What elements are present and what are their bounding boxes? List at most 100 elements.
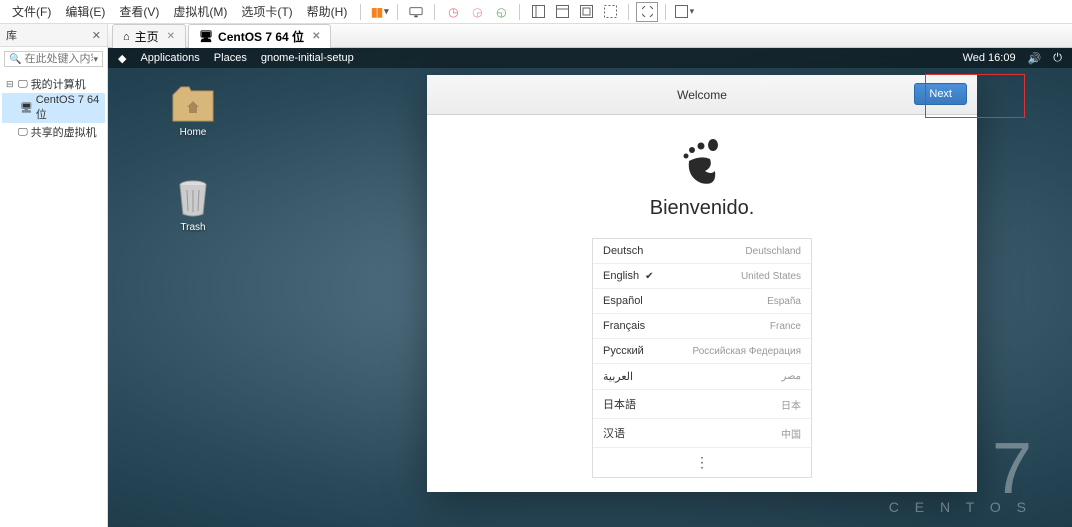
shared-icon: 🖵: [18, 127, 28, 138]
send-ctrl-alt-del-icon[interactable]: [405, 2, 427, 22]
language-row[interactable]: 日本語 日本: [593, 390, 811, 419]
sidebar: 库 ✕ 🔍 ▾ ⊟ 🖵 我的计算机 🖥 CentOS 7 64 位 🖵 共享的虚…: [0, 24, 108, 527]
tree-shared-label: 共享的虚拟机: [31, 124, 97, 140]
separator: [519, 4, 520, 20]
welcome-dialog: Welcome Next Bienvenido.: [427, 75, 977, 492]
language-row[interactable]: FrançaisFrance: [593, 314, 811, 339]
language-country: 日本: [781, 397, 801, 412]
separator: [434, 4, 435, 20]
layout-icon-2[interactable]: [551, 2, 573, 22]
snapshot-manage-icon[interactable]: ◶: [466, 2, 488, 22]
home-icon: ⌂: [123, 31, 130, 43]
close-tab-icon[interactable]: ✕: [167, 31, 175, 42]
gnome-places[interactable]: Places: [214, 52, 247, 64]
tab-home-label: 主页: [135, 28, 159, 45]
sidebar-title: 库: [6, 27, 17, 43]
tab-home[interactable]: ⌂ 主页 ✕: [112, 24, 186, 48]
layout-icon-4[interactable]: [599, 2, 621, 22]
language-row[interactable]: English✔ United States: [593, 264, 811, 289]
menu-tabs[interactable]: 选项卡(T): [235, 1, 298, 22]
language-name: Русский: [603, 345, 644, 357]
layout-icon-1[interactable]: [527, 2, 549, 22]
tree-vm-label: CentOS 7 64 位: [36, 94, 105, 122]
welcome-body: Bienvenido. Deutsch Deutschland English✔ Un…: [427, 115, 977, 492]
desktop-home[interactable]: Home: [163, 83, 223, 138]
language-name: 日本語: [603, 396, 636, 412]
snapshot-revert-icon[interactable]: ◵: [490, 2, 512, 22]
language-name: 汉语: [603, 425, 625, 441]
menu-view[interactable]: 查看(V): [113, 1, 165, 22]
tree-toggle-icon[interactable]: ⊟: [6, 79, 15, 90]
home-folder-icon: [171, 83, 215, 123]
menu-edit[interactable]: 编辑(E): [59, 1, 111, 22]
tree-vm-centos[interactable]: 🖥 CentOS 7 64 位: [2, 93, 105, 123]
language-list: DeutschDeutschlandEnglish✔United StatesE…: [592, 238, 812, 478]
language-row[interactable]: العربية مصر: [593, 364, 811, 390]
centos-version: 7: [889, 441, 1032, 499]
welcome-title: Welcome: [677, 88, 727, 102]
next-button[interactable]: Next: [914, 83, 967, 105]
gnome-clock[interactable]: Wed 16:09: [963, 52, 1016, 64]
tree-root-label: 我的计算机: [31, 76, 86, 92]
centos-name: C E N T O S: [889, 499, 1032, 515]
separator: [665, 4, 666, 20]
close-tab-icon[interactable]: ✕: [312, 31, 320, 42]
search-input[interactable]: [24, 53, 93, 65]
tab-centos[interactable]: 🖥 CentOS 7 64 位 ✕: [188, 24, 331, 48]
separator: [397, 4, 398, 20]
library-tree: ⊟ 🖵 我的计算机 🖥 CentOS 7 64 位 🖵 共享的虚拟机: [0, 71, 107, 145]
tree-shared[interactable]: 🖵 共享的虚拟机: [2, 123, 105, 141]
desktop-trash-label: Trash: [163, 222, 223, 233]
snapshot-icon[interactable]: ◷: [442, 2, 464, 22]
language-country: مصر: [781, 371, 801, 382]
content-area: ⌂ 主页 ✕ 🖥 CentOS 7 64 位 ✕ ◆ Applications …: [108, 24, 1072, 527]
vm-icon: 🖥: [20, 103, 33, 114]
language-row[interactable]: Deutsch Deutschland: [593, 239, 811, 264]
language-name: Español: [603, 295, 643, 307]
menu-vm[interactable]: 虚拟机(M): [167, 1, 233, 22]
language-country: France: [770, 321, 801, 332]
language-row[interactable]: Русский Российская Федерация: [593, 339, 811, 364]
menu-file[interactable]: 文件(F): [6, 1, 57, 22]
gnome-logo-icon: [677, 139, 727, 189]
desktop-trash[interactable]: Trash: [163, 178, 223, 233]
tab-centos-label: CentOS 7 64 位: [218, 28, 304, 45]
pause-button[interactable]: ▮▮: [368, 2, 390, 22]
vm-tab-icon: 🖥: [199, 30, 213, 43]
fullscreen-icon[interactable]: [636, 2, 658, 22]
layout-icon-3[interactable]: [575, 2, 597, 22]
search-dropdown-icon[interactable]: ▾: [93, 54, 98, 65]
language-row[interactable]: 汉语 中国: [593, 419, 811, 448]
vmware-menubar: 文件(F) 编辑(E) 查看(V) 虚拟机(M) 选项卡(T) 帮助(H) ▮▮…: [0, 0, 1072, 24]
language-country: Российская Федерация: [692, 346, 801, 357]
tab-bar: ⌂ 主页 ✕ 🖥 CentOS 7 64 位 ✕: [108, 24, 1072, 48]
language-name: العربية: [603, 370, 633, 383]
gnome-applications[interactable]: Applications: [140, 52, 199, 64]
activities-icon[interactable]: ◆: [118, 52, 126, 65]
welcome-titlebar: Welcome Next: [427, 75, 977, 115]
power-icon[interactable]: ⏻: [1053, 52, 1062, 65]
gnome-topbar: ◆ Applications Places gnome-initial-setu…: [108, 48, 1072, 68]
search-icon: 🔍: [9, 54, 21, 65]
sidebar-search[interactable]: 🔍 ▾: [4, 51, 103, 67]
language-name: English✔: [603, 270, 653, 282]
vm-screen: ◆ Applications Places gnome-initial-setu…: [108, 48, 1072, 527]
gnome-process[interactable]: gnome-initial-setup: [261, 52, 354, 64]
language-country: 中国: [781, 426, 801, 441]
desktop-home-label: Home: [163, 127, 223, 138]
language-row[interactable]: Español España: [593, 289, 811, 314]
more-languages[interactable]: ⋮: [593, 448, 811, 477]
language-country: Deutschland: [745, 246, 801, 257]
language-country: España: [767, 296, 801, 307]
separator: [360, 4, 361, 20]
centos-logo: 7 C E N T O S: [889, 441, 1032, 515]
unity-icon[interactable]: [673, 2, 695, 22]
sidebar-close-icon[interactable]: ✕: [92, 29, 101, 42]
language-name: Deutsch: [603, 245, 643, 257]
language-country: United States: [741, 271, 801, 282]
welcome-greeting: Bienvenido.: [427, 197, 977, 220]
tree-root[interactable]: ⊟ 🖵 我的计算机: [2, 75, 105, 93]
menu-help[interactable]: 帮助(H): [301, 1, 354, 22]
volume-icon[interactable]: 🔊: [1028, 52, 1042, 65]
trash-icon: [171, 178, 215, 218]
